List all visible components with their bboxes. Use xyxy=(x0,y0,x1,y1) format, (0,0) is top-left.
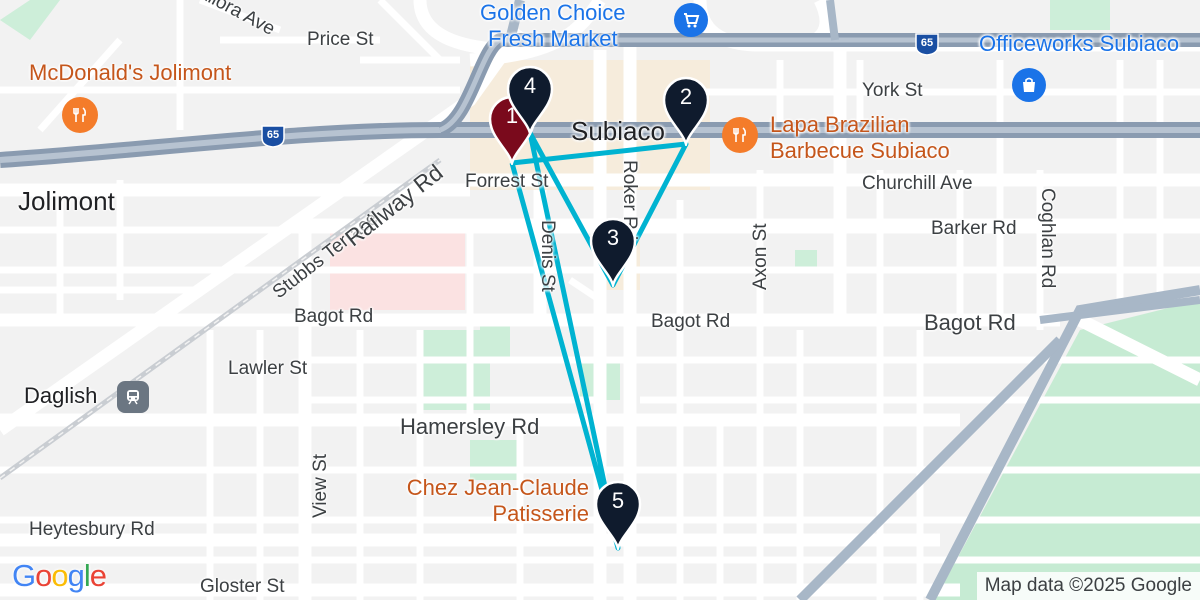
street-label: Bagot Rd xyxy=(924,310,1016,335)
google-logo: Google xyxy=(12,558,107,594)
street-label: Coghlan Rd xyxy=(1037,188,1058,289)
google-logo-letter: G xyxy=(12,558,36,593)
place-label-daglish: Daglish xyxy=(24,383,98,408)
poi-name-line2: Barbecue Subiaco xyxy=(770,138,950,163)
street-label: Churchill Ave xyxy=(862,173,973,194)
poi-mcdonalds[interactable]: McDonald's Jolimont xyxy=(29,60,231,86)
poi-lapa[interactable]: Lapa Brazilian Barbecue Subiaco xyxy=(770,112,950,164)
place-label-jolimont: Jolimont xyxy=(18,186,115,216)
google-logo-letter: e xyxy=(89,558,107,593)
train-station-icon[interactable] xyxy=(117,381,149,413)
restaurant-icon[interactable] xyxy=(62,97,98,133)
street-label: View St xyxy=(310,453,331,518)
street-label: Denis St xyxy=(537,220,558,292)
poi-name-line1: Chez Jean-Claude xyxy=(406,475,589,500)
shopping-cart-icon[interactable] xyxy=(674,3,708,37)
marker-label: 2 xyxy=(679,84,693,109)
poi-golden-choice[interactable]: Golden Choice Fresh Market xyxy=(480,0,626,52)
street-label: Bagot Rd xyxy=(651,311,731,332)
poi-name-line1: Golden Choice xyxy=(480,0,626,25)
poi-chez-jean-claude[interactable]: Chez Jean-Claude Patisserie xyxy=(367,475,589,527)
street-label: Forrest St xyxy=(465,171,549,192)
highway-shield-65: 65 xyxy=(260,124,286,148)
street-label: Lawler St xyxy=(228,358,308,379)
map-marker-4[interactable]: 4 xyxy=(504,63,556,138)
map-attribution[interactable]: Map data ©2025 Google xyxy=(976,572,1200,600)
shopping-bag-icon[interactable] xyxy=(1012,68,1046,102)
poi-name-line2: Patisserie xyxy=(492,501,589,526)
google-logo-letter: g xyxy=(67,558,85,593)
street-label: Hamersley Rd xyxy=(400,414,540,439)
place-label-subiaco: Subiaco xyxy=(571,116,665,146)
highway-shield-65: 65 xyxy=(914,32,940,56)
map-marker-3[interactable]: 3 xyxy=(587,215,639,290)
street-label: Gloster St xyxy=(200,576,285,597)
google-logo-letter: o xyxy=(35,558,52,593)
marker-label: 5 xyxy=(611,488,625,513)
poi-officeworks[interactable]: Officeworks Subiaco xyxy=(979,31,1179,57)
marker-label: 4 xyxy=(523,73,537,98)
map-marker-5[interactable]: 5 xyxy=(592,478,644,553)
street-label: Barker Rd xyxy=(931,218,1017,239)
google-logo-letter: o xyxy=(51,558,68,593)
marker-label: 3 xyxy=(606,225,620,250)
poi-name-line2: Fresh Market xyxy=(487,26,618,51)
street-label: Heytesbury Rd xyxy=(29,519,155,540)
street-label: Axon St xyxy=(750,223,771,290)
poi-name-line1: Lapa Brazilian xyxy=(770,112,910,137)
street-label: Price St xyxy=(307,29,374,50)
street-label: Bagot Rd xyxy=(294,306,374,327)
street-label: York St xyxy=(862,80,923,101)
restaurant-icon[interactable] xyxy=(722,117,758,153)
map-canvas[interactable]: 65 65 Allora Ave Price St York St Forres… xyxy=(0,0,1200,600)
map-marker-2[interactable]: 2 xyxy=(660,74,712,149)
